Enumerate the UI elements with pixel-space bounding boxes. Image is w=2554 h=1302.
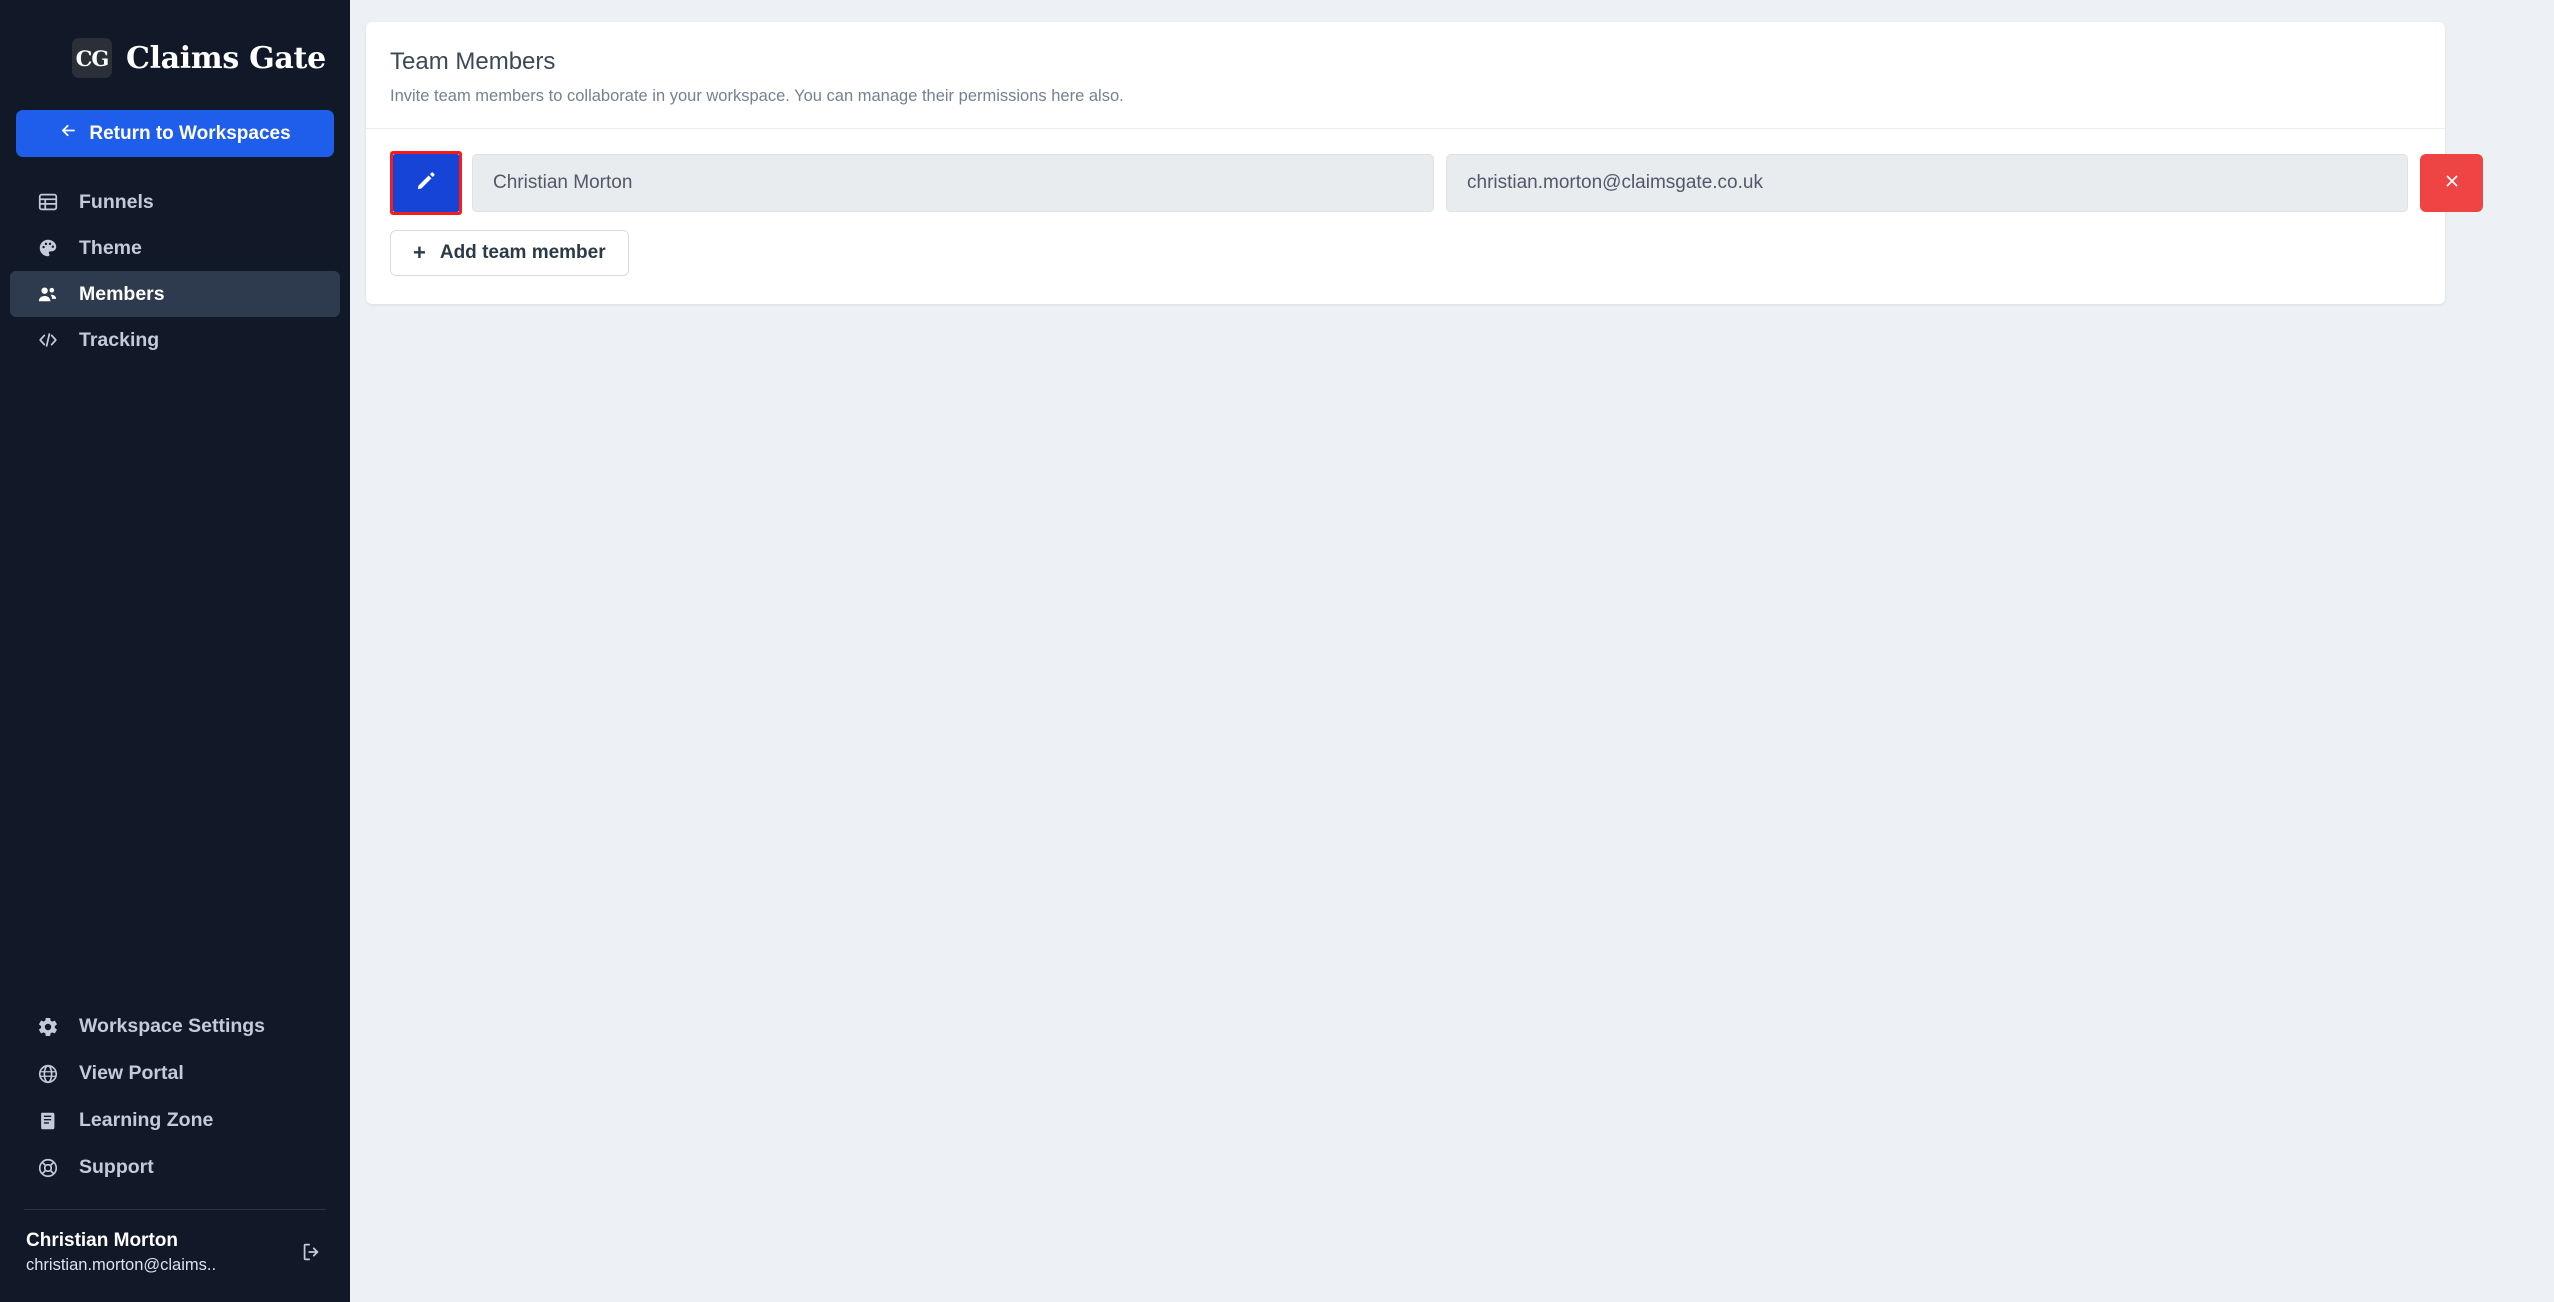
users-icon — [36, 283, 59, 306]
sidebar-item-label: Support — [79, 1156, 154, 1179]
member-name-value: Christian Morton — [493, 171, 633, 193]
member-email-value: christian.morton@claimsgate.co.uk — [1467, 171, 1763, 193]
table-icon — [36, 191, 59, 214]
brand: CG Claims Gate — [0, 0, 350, 92]
gear-icon — [36, 1015, 59, 1038]
arrow-left-icon — [59, 121, 78, 146]
sidebar-item-theme[interactable]: Theme — [10, 225, 340, 271]
sidebar-item-support[interactable]: Support — [10, 1144, 340, 1191]
plus-icon: + — [413, 239, 426, 265]
user-profile: Christian Morton christian.morton@claims… — [0, 1210, 350, 1302]
user-profile-text: Christian Morton christian.morton@claims… — [26, 1228, 286, 1276]
add-team-member-label: Add team member — [439, 241, 606, 263]
app-root: CG Claims Gate Return to Workspaces Funn… — [0, 0, 2554, 1302]
page-title: Team Members — [390, 48, 556, 75]
sidebar-item-label: Members — [79, 282, 165, 305]
sidebar-item-label: Funnels — [79, 190, 154, 213]
sidebar-item-funnels[interactable]: Funnels — [10, 179, 340, 225]
sidebar-item-label: Learning Zone — [79, 1109, 214, 1132]
sidebar: CG Claims Gate Return to Workspaces Funn… — [0, 0, 350, 1302]
card-body: Christian Morton christian.morton@claims… — [366, 129, 2483, 304]
team-members-card: Team Members Invite team members to coll… — [366, 22, 2483, 304]
member-name-input[interactable]: Christian Morton — [472, 153, 1434, 212]
logout-icon[interactable] — [296, 1237, 326, 1267]
sidebar-footer-nav: Workspace Settings View Portal Learning … — [0, 1003, 350, 1195]
lifebuoy-icon — [36, 1156, 59, 1179]
edit-member-highlight — [390, 150, 462, 215]
table-row: Christian Morton christian.morton@claims… — [390, 150, 2483, 215]
pencil-icon — [415, 170, 437, 195]
sidebar-item-label: Tracking — [79, 328, 160, 351]
sidebar-item-label: Theme — [79, 236, 142, 259]
claims-gate-logo-icon: CG — [72, 38, 112, 78]
sidebar-item-view-portal[interactable]: View Portal — [10, 1050, 340, 1097]
main-content: Team Members Invite team members to coll… — [350, 0, 2554, 1302]
delete-member-button[interactable] — [2420, 153, 2483, 212]
sidebar-item-workspace-settings[interactable]: Workspace Settings — [10, 1003, 340, 1050]
sidebar-item-members[interactable]: Members — [10, 271, 340, 317]
sidebar-item-tracking[interactable]: Tracking — [10, 317, 340, 363]
book-icon — [36, 1109, 59, 1132]
close-icon — [2443, 170, 2461, 196]
page-subtitle: Invite team members to collaborate in yo… — [390, 87, 1124, 106]
sidebar-item-label: Workspace Settings — [79, 1015, 266, 1038]
sidebar-nav: Funnels Theme Members Tracking — [0, 179, 350, 363]
user-email: christian.morton@claims.. — [26, 1255, 217, 1274]
palette-icon — [36, 237, 59, 260]
globe-icon — [36, 1062, 59, 1085]
edit-member-button[interactable] — [393, 153, 459, 212]
sidebar-item-learning-zone[interactable]: Learning Zone — [10, 1097, 340, 1144]
add-team-member-button[interactable]: + Add team member — [390, 229, 629, 276]
code-icon — [36, 329, 59, 352]
return-to-workspaces-label: Return to Workspaces — [89, 122, 291, 144]
card-header: Team Members Invite team members to coll… — [366, 22, 2445, 128]
user-name: Christian Morton — [26, 1230, 178, 1252]
brand-name: Claims Gate — [126, 40, 326, 76]
return-to-workspaces-button[interactable]: Return to Workspaces — [16, 110, 334, 157]
sidebar-item-label: View Portal — [79, 1062, 184, 1085]
member-email-input[interactable]: christian.morton@claimsgate.co.uk — [1446, 153, 2408, 212]
